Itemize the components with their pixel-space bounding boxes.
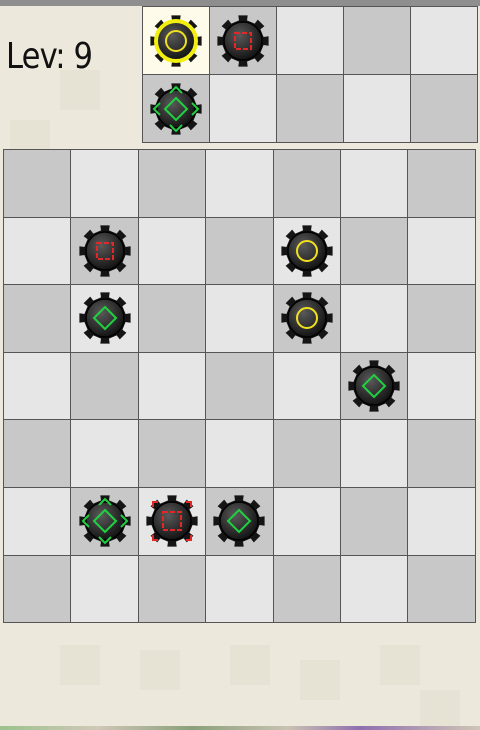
board-cell[interactable]	[71, 352, 139, 421]
next-pieces-tray	[142, 6, 478, 143]
board-cell[interactable]	[4, 150, 72, 218]
board-cell[interactable]	[340, 555, 409, 624]
board-cell[interactable]	[206, 555, 274, 624]
board-cell[interactable]	[138, 285, 207, 353]
board-cell[interactable]	[4, 555, 72, 624]
board-cell[interactable]	[340, 420, 409, 488]
board-cell[interactable]	[206, 217, 274, 286]
board-cell[interactable]	[273, 285, 341, 353]
board-cell[interactable]	[138, 420, 207, 488]
tray-cell[interactable]	[143, 7, 210, 75]
board-cell[interactable]	[206, 352, 274, 421]
bottom-decor-strip	[0, 726, 480, 730]
board-cell[interactable]	[206, 420, 274, 488]
board-cell[interactable]	[138, 352, 207, 421]
board-cell[interactable]	[273, 217, 341, 286]
board-cell[interactable]	[138, 555, 207, 624]
board-cell[interactable]	[71, 285, 139, 353]
board-cell[interactable]	[408, 420, 476, 488]
board-cell[interactable]	[340, 352, 409, 421]
board-cell[interactable]	[408, 487, 476, 556]
board-cell[interactable]	[340, 150, 409, 218]
tray-cell[interactable]	[210, 75, 277, 143]
tray-cell[interactable]	[143, 75, 210, 143]
board-cell[interactable]	[4, 285, 72, 353]
board-cell[interactable]	[71, 150, 139, 218]
game-board	[3, 149, 476, 624]
tray-cell[interactable]	[411, 75, 478, 143]
board-cell[interactable]	[206, 285, 274, 353]
board-cell[interactable]	[71, 420, 139, 488]
board-cell[interactable]	[408, 217, 476, 286]
board-cell[interactable]	[71, 487, 139, 556]
board-cell[interactable]	[4, 420, 72, 488]
board-cell[interactable]	[138, 217, 207, 286]
board-cell[interactable]	[71, 217, 139, 286]
board-cell[interactable]	[408, 285, 476, 353]
board-cell[interactable]	[340, 285, 409, 353]
board-cell[interactable]	[408, 150, 476, 218]
board-cell[interactable]	[138, 487, 207, 556]
level-label: Lev: 9	[6, 36, 93, 77]
board-cell[interactable]	[273, 555, 341, 624]
board-cell[interactable]	[206, 150, 274, 218]
board-cell[interactable]	[340, 217, 409, 286]
board-cell[interactable]	[340, 487, 409, 556]
board-cell[interactable]	[273, 352, 341, 421]
tray-cell[interactable]	[411, 7, 478, 75]
tray-cell[interactable]	[344, 75, 411, 143]
tray-cell[interactable]	[277, 7, 344, 75]
tray-cell[interactable]	[210, 7, 277, 75]
board-cell[interactable]	[4, 487, 72, 556]
board-cell[interactable]	[273, 420, 341, 488]
tray-cell[interactable]	[277, 75, 344, 143]
tray-cell[interactable]	[344, 7, 411, 75]
board-cell[interactable]	[71, 555, 139, 624]
board-cell[interactable]	[4, 352, 72, 421]
board-cell[interactable]	[408, 555, 476, 624]
board-cell[interactable]	[4, 217, 72, 286]
board-cell[interactable]	[138, 150, 207, 218]
board-cell[interactable]	[273, 150, 341, 218]
board-cell[interactable]	[273, 487, 341, 556]
board-cell[interactable]	[206, 487, 274, 556]
board-cell[interactable]	[408, 352, 476, 421]
